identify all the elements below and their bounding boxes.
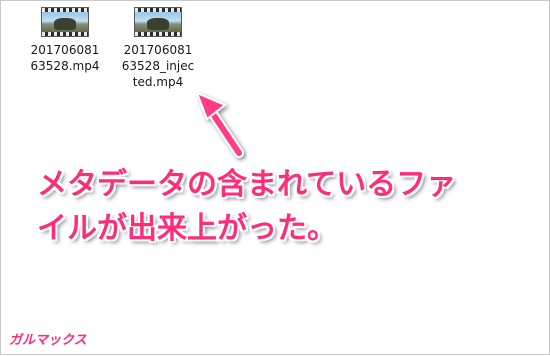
annotation-line: イルが出来上がった。 xyxy=(37,211,337,246)
garumax-logo: ガルマックス xyxy=(9,332,87,348)
annotation-line: メタデータの含まれているファ xyxy=(37,167,457,202)
explorer-file-area: 201706081 63528.mp4 201706081 63528_inje… xyxy=(0,0,550,355)
annotation-text: メタデータの含まれているファ イルが出来上がった。 xyxy=(37,163,456,251)
svg-text:ガルマックス: ガルマックス xyxy=(9,332,87,348)
